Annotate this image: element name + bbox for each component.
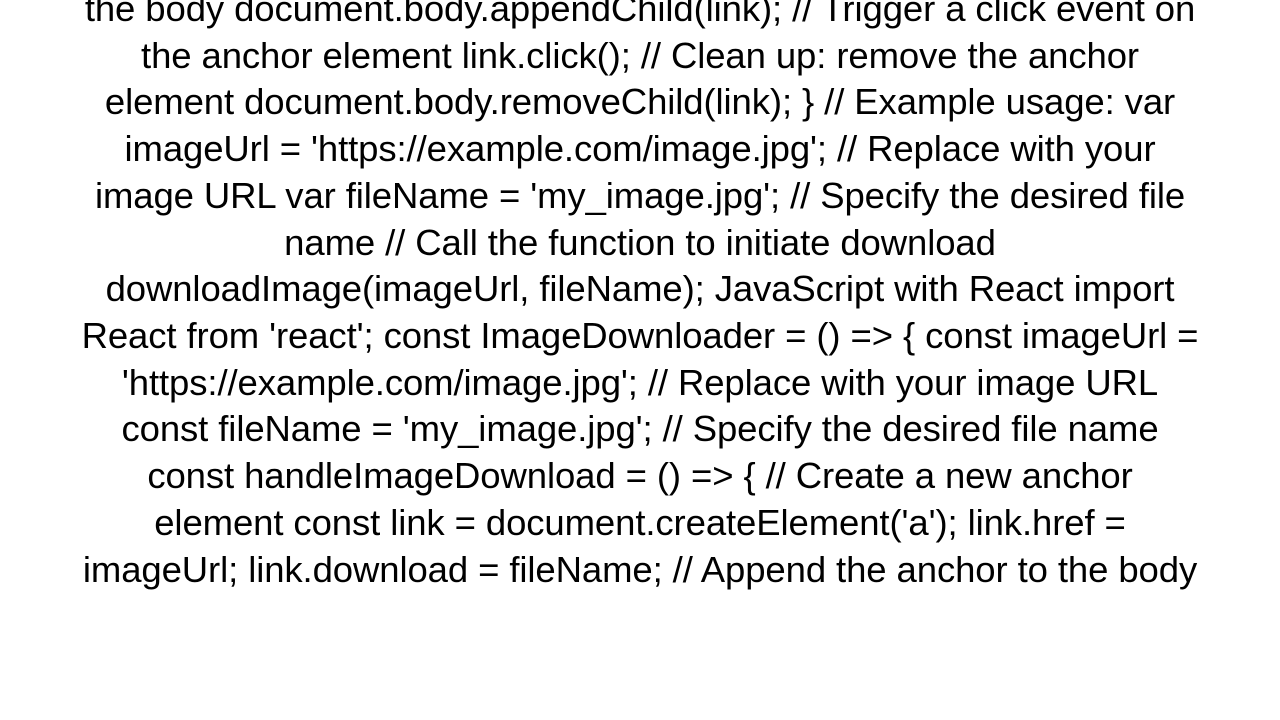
code-text-block: the body document.body.appendChild(link)… bbox=[80, 0, 1200, 593]
page-container: the body document.body.appendChild(link)… bbox=[0, 0, 1280, 720]
